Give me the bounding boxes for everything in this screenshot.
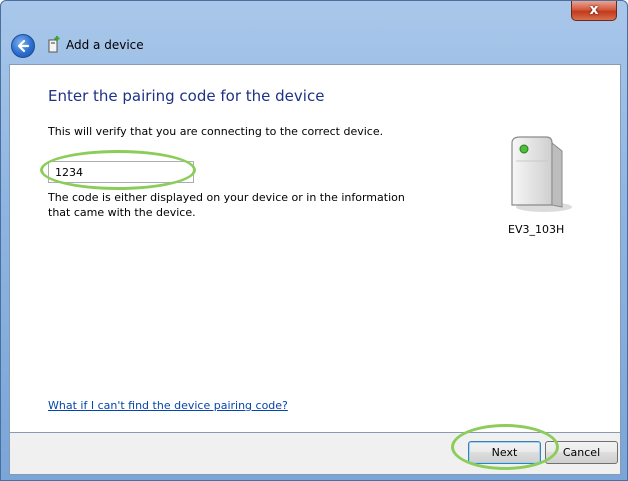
device-name: EV3_103H [508, 223, 565, 236]
pairing-code-help-link[interactable]: What if I can't find the device pairing … [48, 399, 288, 412]
next-button[interactable]: Next [468, 441, 541, 464]
help-text: The code is either displayed on your dev… [48, 191, 405, 219]
back-arrow-icon[interactable] [11, 34, 35, 58]
description-text: This will verify that you are connecting… [48, 125, 384, 138]
page-title: Enter the pairing code for the device [48, 87, 325, 105]
window-title: Add a device [66, 38, 144, 52]
pairing-code-input[interactable] [48, 161, 194, 183]
title-bar: x [1, 1, 627, 27]
button-bar: Next Cancel [9, 424, 621, 475]
device-tower-icon [506, 135, 576, 215]
close-button[interactable]: x [571, 1, 617, 21]
add-device-icon [47, 35, 61, 53]
content-panel: Enter the pairing code for the device Th… [9, 64, 621, 433]
cancel-button[interactable]: Cancel [545, 441, 618, 464]
navigation-bar: Add a device [9, 29, 619, 62]
window-frame: x Add a device Enter the pairing code fo… [0, 0, 628, 481]
